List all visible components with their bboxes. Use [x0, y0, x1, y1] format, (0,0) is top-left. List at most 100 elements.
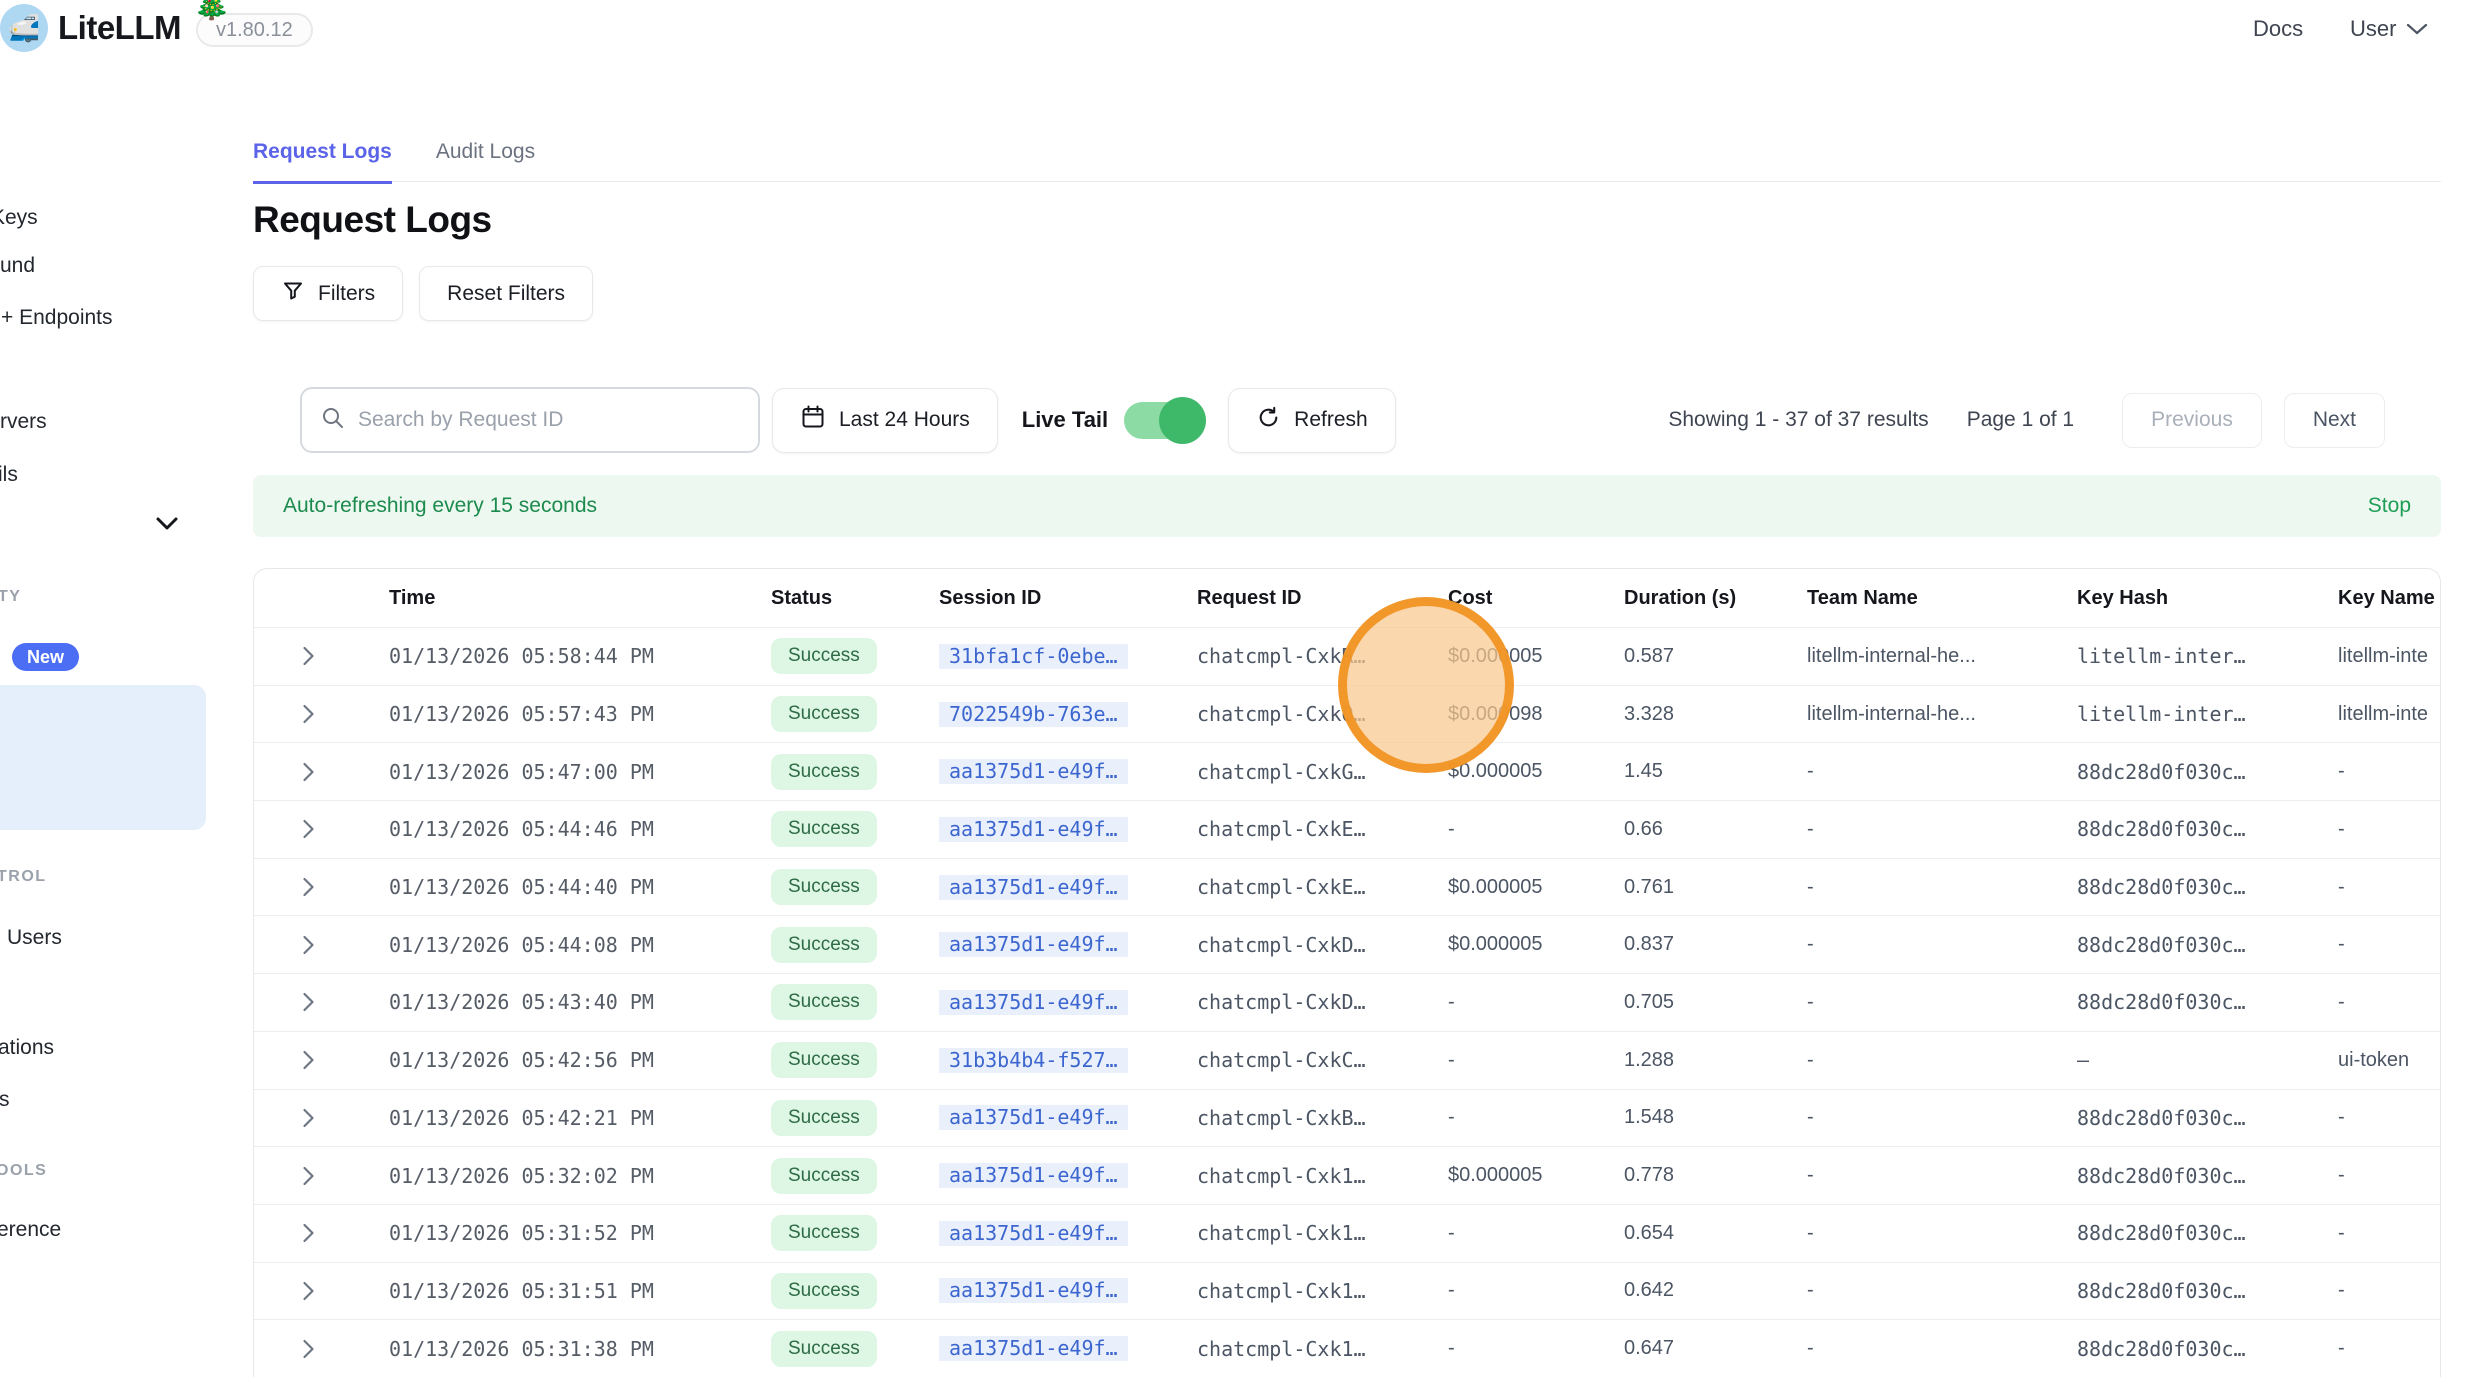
tab-request-logs[interactable]: Request Logs: [253, 140, 392, 181]
search-input[interactable]: [358, 408, 740, 432]
expand-row-button[interactable]: [254, 1165, 389, 1187]
expand-row-button[interactable]: [254, 703, 389, 725]
cost-cell: -: [1448, 818, 1624, 841]
status-cell: Success: [771, 927, 939, 963]
tab-audit-logs[interactable]: Audit Logs: [436, 140, 535, 181]
cost-cell: -: [1448, 991, 1624, 1014]
time-cell: 01/13/2026 05:44:46 PM: [389, 817, 771, 841]
status-cell: Success: [771, 1158, 939, 1194]
sidebar-item-api-reference[interactable]: erence: [0, 1218, 61, 1242]
sidebar-item-playground[interactable]: und: [0, 254, 35, 278]
cost-cell: -: [1448, 1106, 1624, 1129]
expand-row-button[interactable]: [254, 1338, 389, 1360]
session-id-link[interactable]: 31b3b4b4-f527…: [939, 1048, 1128, 1073]
cost-cell: $0.000005: [1448, 876, 1624, 899]
request-id-cell: chatcmpl-CxkG…: [1197, 760, 1448, 784]
status-cell: Success: [771, 811, 939, 847]
cost-cell: $0.000098: [1448, 703, 1624, 726]
column-header-session-id: Session ID: [939, 587, 1197, 610]
team-name-cell: litellm-internal-he...: [1807, 645, 2077, 668]
column-header-cost: Cost: [1448, 587, 1624, 610]
session-id-link[interactable]: aa1375d1-e49f…: [939, 817, 1128, 842]
litellm-logo: 🚅: [0, 4, 48, 52]
time-range-button[interactable]: Last 24 Hours: [772, 388, 998, 453]
session-id-link[interactable]: aa1375d1-e49f…: [939, 1278, 1128, 1303]
filters-button[interactable]: Filters: [253, 266, 403, 321]
column-header-request-id: Request ID: [1197, 587, 1448, 610]
session-id-link[interactable]: aa1375d1-e49f…: [939, 1105, 1128, 1130]
request-id-cell: chatcmpl-CxkD…: [1197, 933, 1448, 957]
sidebar-item-organizations[interactable]: ations: [0, 1036, 54, 1060]
expand-row-button[interactable]: [254, 1222, 389, 1244]
time-cell: 01/13/2026 05:47:00 PM: [389, 760, 771, 784]
sidebar-item-servers[interactable]: rvers: [0, 410, 47, 434]
sidebar-active-item-highlight[interactable]: [0, 685, 206, 830]
table-row: 01/13/2026 05:47:00 PMSuccessaa1375d1-e4…: [254, 742, 2440, 800]
session-id-link[interactable]: aa1375d1-e49f…: [939, 1336, 1128, 1361]
search-box[interactable]: [300, 387, 760, 453]
table-row: 01/13/2026 05:43:40 PMSuccessaa1375d1-e4…: [254, 973, 2440, 1031]
duration-cell: 1.548: [1624, 1106, 1807, 1129]
key-name-cell: litellm-inte: [2338, 645, 2440, 668]
status-badge: Success: [771, 638, 877, 674]
session-id-link[interactable]: aa1375d1-e49f…: [939, 932, 1128, 957]
session-cell: aa1375d1-e49f…: [939, 1221, 1197, 1246]
session-id-link[interactable]: aa1375d1-e49f…: [939, 875, 1128, 900]
session-id-link[interactable]: aa1375d1-e49f…: [939, 1221, 1128, 1246]
sidebar-item-guardrails[interactable]: ils: [0, 463, 18, 487]
request-id-cell: chatcmpl-Cxk1…: [1197, 1164, 1448, 1188]
user-menu[interactable]: User: [2350, 16, 2428, 42]
sidebar-item-users[interactable]: Users: [7, 926, 62, 950]
christmas-tree-icon: 🎄: [193, 0, 230, 22]
sidebar-item-endpoints[interactable]: + Endpoints: [1, 306, 113, 330]
session-cell: aa1375d1-e49f…: [939, 990, 1197, 1015]
session-cell: aa1375d1-e49f…: [939, 932, 1197, 957]
key-hash-cell: 88dc28d0f030c…: [2077, 1221, 2338, 1245]
expand-row-button[interactable]: [254, 876, 389, 898]
session-cell: 31b3b4b4-f527…: [939, 1048, 1197, 1073]
time-range-label: Last 24 Hours: [839, 408, 970, 432]
time-cell: 01/13/2026 05:43:40 PM: [389, 990, 771, 1014]
table-header-row: Time Status Session ID Request ID Cost D…: [254, 569, 2440, 627]
reset-filters-button[interactable]: Reset Filters: [419, 266, 593, 321]
session-id-link[interactable]: aa1375d1-e49f…: [939, 1163, 1128, 1188]
previous-page-button[interactable]: Previous: [2122, 393, 2262, 448]
session-cell: 31bfa1cf-0ebe…: [939, 644, 1197, 669]
sidebar-section-label: TY: [0, 588, 21, 606]
stop-auto-refresh-button[interactable]: Stop: [2368, 494, 2411, 518]
docs-link[interactable]: Docs: [2253, 16, 2303, 42]
table-body: 01/13/2026 05:58:44 PMSuccess31bfa1cf-0e…: [254, 627, 2440, 1377]
session-id-link[interactable]: aa1375d1-e49f…: [939, 990, 1128, 1015]
cost-cell: -: [1448, 1049, 1624, 1072]
key-name-cell: -: [2338, 876, 2440, 899]
duration-cell: 0.642: [1624, 1279, 1807, 1302]
status-badge: Success: [771, 1042, 877, 1078]
key-name-cell: -: [2338, 1279, 2440, 1302]
expand-row-button[interactable]: [254, 934, 389, 956]
status-cell: Success: [771, 1100, 939, 1136]
refresh-button[interactable]: Refresh: [1228, 388, 1396, 453]
expand-row-button[interactable]: [254, 761, 389, 783]
request-id-cell: chatcmpl-Cxk1…: [1197, 1221, 1448, 1245]
session-id-link[interactable]: aa1375d1-e49f…: [939, 759, 1128, 784]
status-badge: Success: [771, 869, 877, 905]
time-cell: 01/13/2026 05:44:40 PM: [389, 875, 771, 899]
expand-row-button[interactable]: [254, 1107, 389, 1129]
sidebar-section-label: OOLS: [0, 1162, 47, 1180]
expand-row-button[interactable]: [254, 818, 389, 840]
key-hash-cell: 88dc28d0f030c…: [2077, 817, 2338, 841]
sidebar-item-keys[interactable]: Keys: [0, 206, 38, 230]
expand-row-button[interactable]: [254, 991, 389, 1013]
next-page-button[interactable]: Next: [2284, 393, 2385, 448]
session-id-link[interactable]: 31bfa1cf-0ebe…: [939, 644, 1128, 669]
live-tail-toggle[interactable]: [1124, 402, 1200, 439]
expand-row-button[interactable]: [254, 1280, 389, 1302]
reset-filters-button-label: Reset Filters: [447, 282, 565, 306]
key-name-cell: -: [2338, 933, 2440, 956]
session-id-link[interactable]: 7022549b-763e…: [939, 702, 1128, 727]
sidebar-item-teams[interactable]: s: [0, 1088, 10, 1112]
expand-row-button[interactable]: [254, 1049, 389, 1071]
key-hash-cell: 88dc28d0f030c…: [2077, 990, 2338, 1014]
expand-row-button[interactable]: [254, 645, 389, 667]
sidebar-chevron-down-icon[interactable]: [155, 516, 179, 536]
